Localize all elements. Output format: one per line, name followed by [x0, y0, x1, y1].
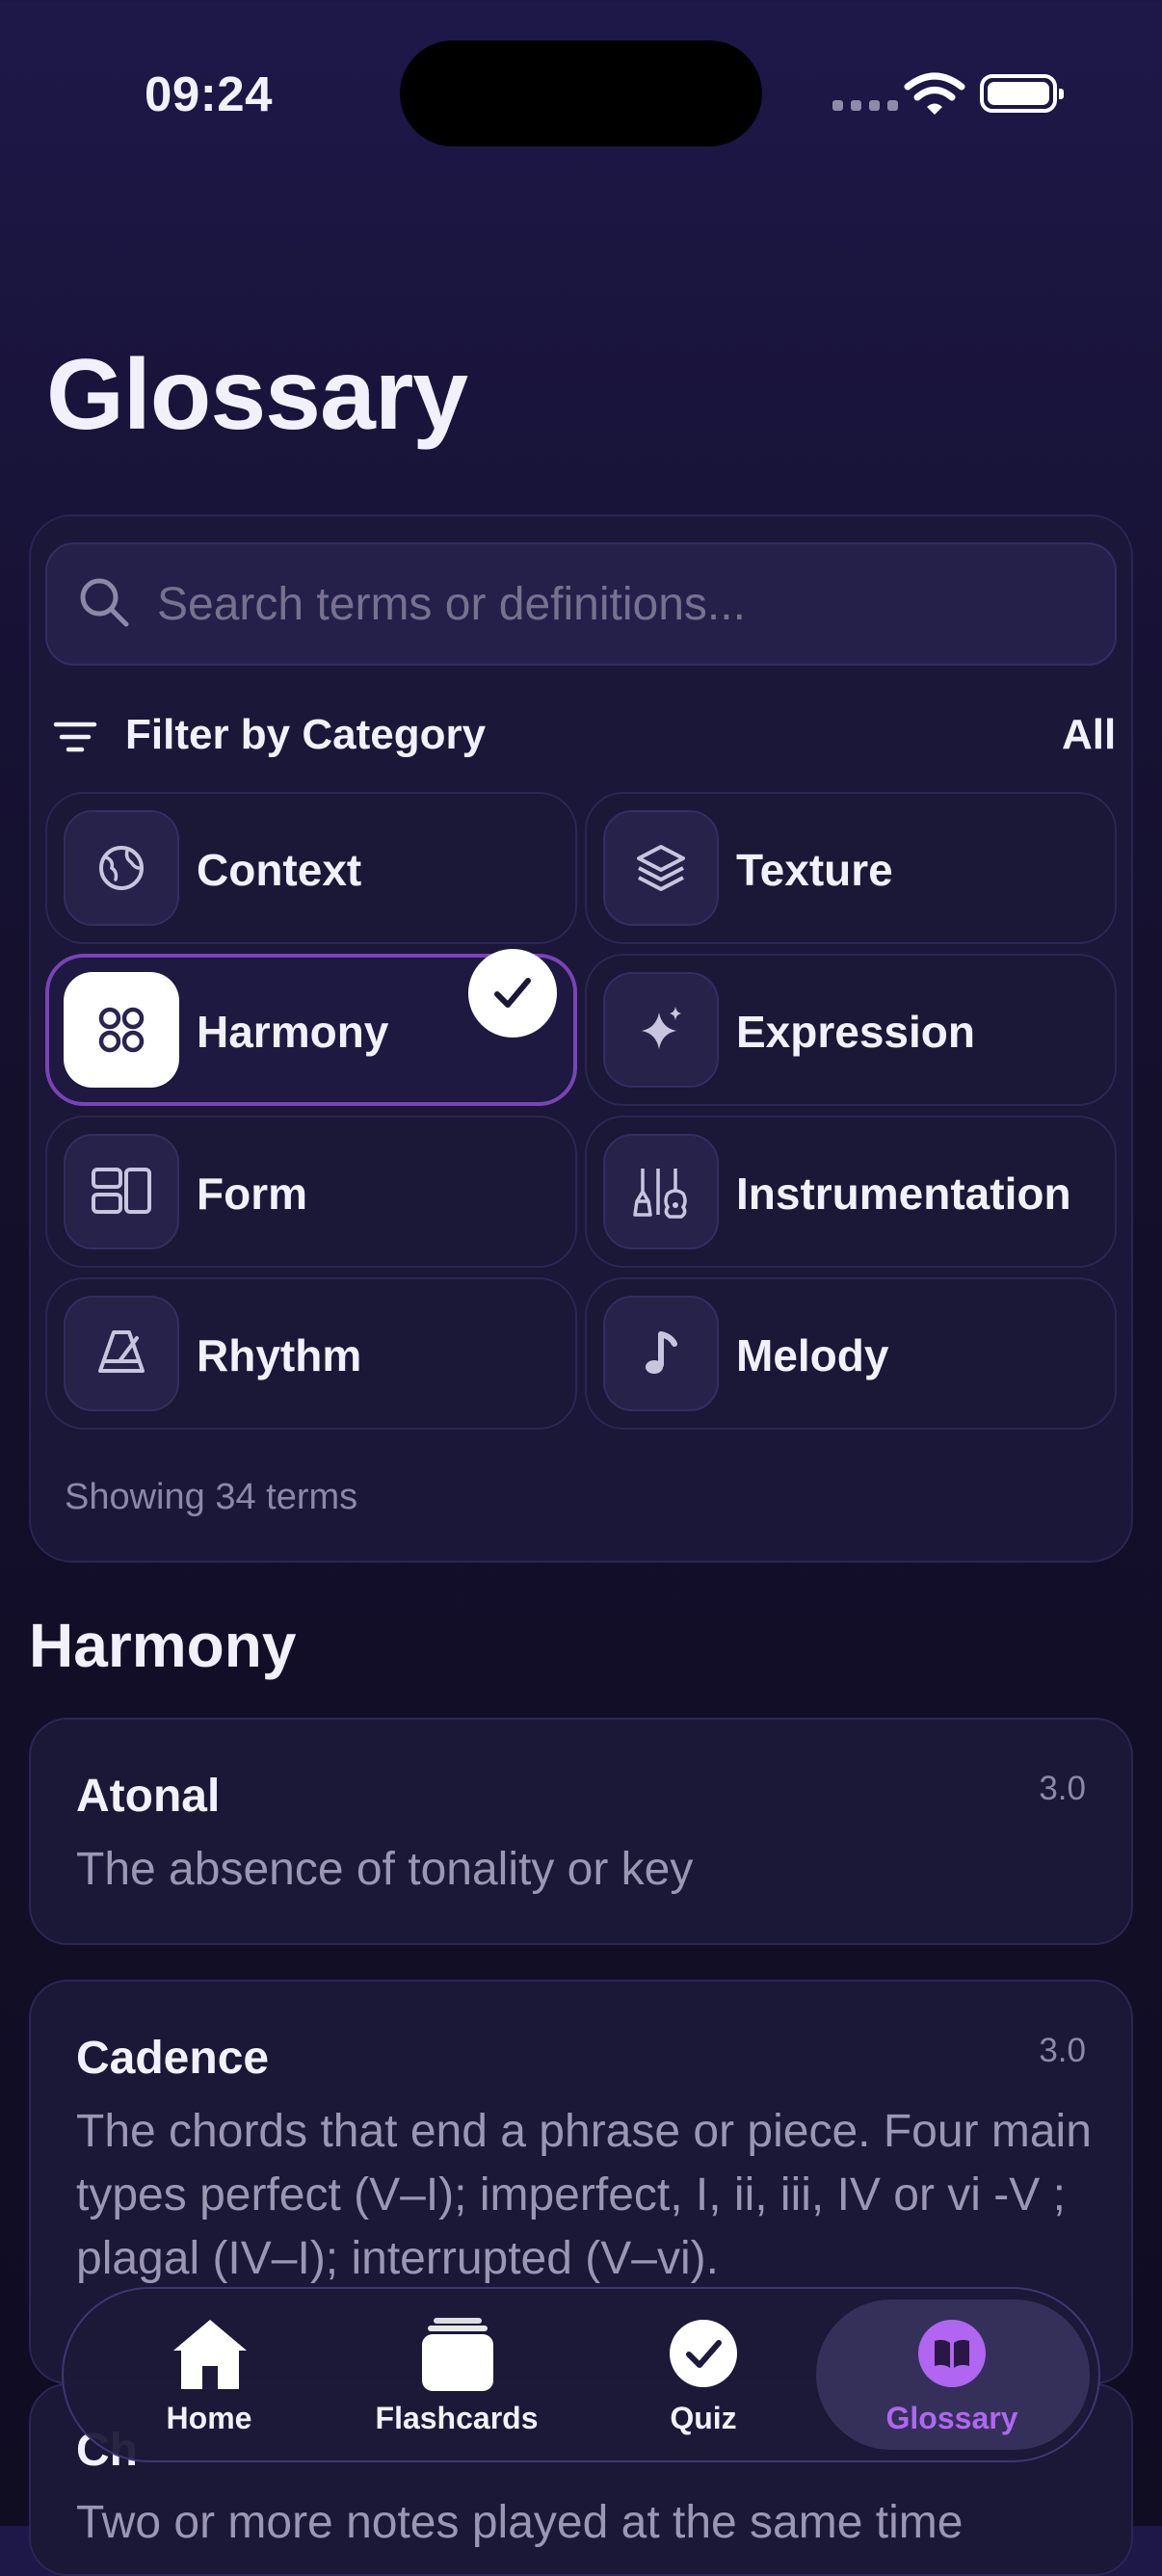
- music-note-icon: [603, 1296, 719, 1411]
- book-icon: [918, 2320, 986, 2387]
- term-title: Cadence: [76, 2033, 270, 2084]
- layout-icon: [64, 1134, 179, 1249]
- category-label: Harmony: [197, 1007, 389, 1057]
- search-input[interactable]: [157, 564, 1082, 644]
- tab-label: Flashcards: [375, 2401, 539, 2435]
- wifi-icon: [904, 72, 965, 115]
- term-definition: The chords that end a phrase or piece. F…: [76, 2106, 1092, 2284]
- tab-label: Home: [166, 2401, 252, 2435]
- filter-all-button[interactable]: All: [1062, 711, 1116, 759]
- dynamic-island: [400, 40, 762, 146]
- category-label: Rhythm: [197, 1330, 362, 1380]
- instruments-icon: [603, 1134, 719, 1249]
- search-icon: [80, 578, 129, 627]
- category-chip-texture[interactable]: Texture: [585, 792, 1117, 944]
- term-definition: The absence of tonality or key: [76, 1844, 694, 1895]
- page-title: Glossary: [46, 339, 468, 451]
- battery-icon: [980, 74, 1064, 113]
- tab-label: Quiz: [670, 2401, 737, 2435]
- grid-circles-icon: [64, 972, 179, 1088]
- category-chip-melody[interactable]: Melody: [585, 1277, 1117, 1430]
- status-time: 09:24: [145, 66, 273, 121]
- category-label: Context: [197, 845, 362, 895]
- tab-glossary[interactable]: Glossary: [867, 2312, 1037, 2437]
- metronome-icon: [64, 1296, 179, 1411]
- tab-label: Glossary: [885, 2401, 1018, 2435]
- term-count: Showing 34 terms: [65, 1477, 358, 1517]
- category-label: Texture: [736, 845, 893, 895]
- category-label: Melody: [736, 1330, 889, 1380]
- home-icon: [173, 2320, 247, 2389]
- tab-home[interactable]: Home: [145, 2312, 274, 2437]
- category-label: Instrumentation: [736, 1169, 1071, 1219]
- category-chip-rhythm[interactable]: Rhythm: [45, 1277, 577, 1430]
- term-title: Atonal: [76, 1771, 221, 1822]
- cellular-signal-icon: [832, 100, 898, 111]
- selected-check-icon: [468, 949, 557, 1038]
- section-title: Harmony: [29, 1611, 297, 1680]
- category-label: Expression: [736, 1007, 975, 1057]
- category-chip-instrumentation[interactable]: Instrumentation: [585, 1116, 1117, 1268]
- category-label: Form: [197, 1169, 307, 1219]
- tab-flashcards[interactable]: Flashcards: [372, 2312, 541, 2437]
- category-chip-context[interactable]: Context: [45, 792, 577, 944]
- globe-icon: [64, 810, 179, 926]
- check-circle-icon: [670, 2320, 737, 2387]
- cards-icon: [422, 2318, 493, 2391]
- category-chip-expression[interactable]: Expression: [585, 954, 1117, 1106]
- sparkle-icon: [603, 972, 719, 1088]
- filter-icon: [53, 722, 97, 752]
- tab-quiz[interactable]: Quiz: [636, 2312, 771, 2437]
- layers-icon: [603, 810, 719, 926]
- category-chip-form[interactable]: Form: [45, 1116, 577, 1268]
- term-level: 3.0: [1039, 1770, 1086, 1807]
- term-definition: Two or more notes played at the same tim…: [76, 2497, 964, 2548]
- term-level: 3.0: [1039, 2032, 1086, 2069]
- filter-label: Filter by Category: [125, 711, 487, 758]
- term-card[interactable]: Atonal 3.0 The absence of tonality or ke…: [29, 1718, 1133, 1945]
